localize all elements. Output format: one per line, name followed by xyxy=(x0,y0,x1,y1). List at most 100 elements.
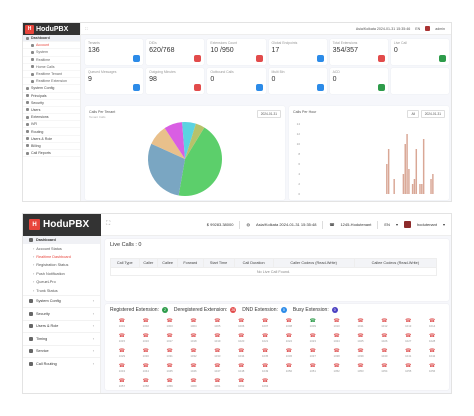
extension-item[interactable]: ☎ 1056 xyxy=(420,363,444,375)
extension-item[interactable]: ☎ 1051 xyxy=(301,363,325,375)
extension-item[interactable]: ☎ 1030 xyxy=(134,348,158,360)
bar[interactable] xyxy=(406,134,408,194)
extension-item[interactable]: ☎ 1012 xyxy=(372,318,396,330)
stat-card[interactable]: Global Endpoints 17 xyxy=(268,39,327,65)
extension-item[interactable]: ☎ 1017 xyxy=(158,333,182,345)
extension-item[interactable]: ☎ 1060 xyxy=(182,378,206,390)
admin-nav-item[interactable]: Extensions xyxy=(23,114,80,122)
bar[interactable] xyxy=(419,184,421,194)
extension-item[interactable]: ☎ 1006 xyxy=(229,318,253,330)
extension-item[interactable]: ☎ 1034 xyxy=(229,348,253,360)
column-header[interactable]: Callee xyxy=(157,258,179,268)
column-header[interactable]: Caller Codecs (Read-Write) xyxy=(272,258,355,268)
admin-language[interactable]: EN xyxy=(415,27,420,31)
sidebar-subitem[interactable]: Push Notification xyxy=(23,270,100,278)
stat-card[interactable]: Total Extensions 354/357 xyxy=(329,39,388,65)
extension-item[interactable]: ☎ 1055 xyxy=(396,363,420,375)
extension-item[interactable]: ☎ 1024 xyxy=(325,333,349,345)
bar[interactable] xyxy=(411,184,414,194)
extension-item[interactable]: ☎ 1044 xyxy=(134,363,158,375)
extension-item[interactable]: ☎ 1013 xyxy=(396,318,420,330)
admin-nav-item[interactable]: Billing xyxy=(23,143,80,150)
extension-item[interactable]: ☎ 1049 xyxy=(253,363,277,375)
extension-item[interactable]: ☎ 1025 xyxy=(349,333,373,345)
expand-icon[interactable]: ⛶ xyxy=(85,27,88,31)
stat-card[interactable] xyxy=(390,68,449,94)
extension-item[interactable]: ☎ 1062 xyxy=(229,378,253,390)
extension-item[interactable]: ☎ 1027 xyxy=(396,333,420,345)
expand-icon[interactable]: ⛶ xyxy=(106,221,110,228)
extension-item[interactable]: ☎ 1002 xyxy=(134,318,158,330)
admin-nav-item[interactable]: Users & Role xyxy=(23,136,80,143)
extension-item[interactable]: ☎ 1063 xyxy=(253,378,277,390)
extension-item[interactable]: ☎ 1041 xyxy=(396,348,420,360)
stat-card[interactable]: Live Call 0 xyxy=(390,39,449,65)
admin-nav-item[interactable]: Account xyxy=(23,42,80,50)
sidebar-item[interactable]: Service › xyxy=(23,344,100,358)
extension-item[interactable]: ☎ 1054 xyxy=(372,363,396,375)
bar[interactable] xyxy=(422,139,425,194)
extension-item[interactable]: ☎ 1053 xyxy=(349,363,373,375)
extension-item[interactable]: ☎ 1059 xyxy=(158,378,182,390)
bar[interactable] xyxy=(393,179,395,194)
sidebar-item[interactable]: Security › xyxy=(23,307,100,320)
bar[interactable] xyxy=(387,149,390,194)
admin-nav-item[interactable]: Users xyxy=(23,107,80,115)
extension-item[interactable]: ☎ 1003 xyxy=(158,318,182,330)
admin-nav-item[interactable]: System Config xyxy=(23,85,80,93)
admin-logo[interactable]: H HoduPBX xyxy=(23,23,80,35)
sidebar-item[interactable]: Call Routing › xyxy=(23,357,100,370)
extension-item[interactable]: ☎ 1045 xyxy=(158,363,182,375)
admin-nav-item[interactable]: System xyxy=(23,49,80,57)
extension-item[interactable]: ☎ 1011 xyxy=(349,318,373,330)
stat-card[interactable]: Tenants 136 xyxy=(85,39,144,65)
extension-item[interactable]: ☎ 1038 xyxy=(325,348,349,360)
extension-item[interactable]: ☎ 1035 xyxy=(253,348,277,360)
extension-item[interactable]: ☎ 1021 xyxy=(253,333,277,345)
admin-user[interactable]: admin xyxy=(435,27,445,31)
sidebar-subitem[interactable]: Registration Status xyxy=(23,261,100,269)
admin-nav-item[interactable]: Realtime Extension xyxy=(23,78,80,86)
bar[interactable] xyxy=(408,169,410,194)
admin-nav-item[interactable]: Dashboard xyxy=(23,35,80,43)
extension-item[interactable]: ☎ 1052 xyxy=(325,363,349,375)
extension-item[interactable]: ☎ 1039 xyxy=(349,348,373,360)
extension-item[interactable]: ☎ 1031 xyxy=(158,348,182,360)
extension-item[interactable]: ☎ 1008 xyxy=(277,318,301,330)
extension-item[interactable]: ☎ 1033 xyxy=(205,348,229,360)
column-header[interactable]: Call Duration xyxy=(233,258,274,268)
extension-item[interactable]: ☎ 1010 xyxy=(325,318,349,330)
extension-item[interactable]: ☎ 1020 xyxy=(229,333,253,345)
extension-item[interactable]: ☎ 1004 xyxy=(182,318,206,330)
extension-item[interactable]: ☎ 1032 xyxy=(182,348,206,360)
sidebar-item[interactable]: Timing › xyxy=(23,332,100,345)
chevron-down-icon[interactable]: ▾ xyxy=(396,222,398,227)
language-select[interactable]: EN xyxy=(384,222,390,227)
extension-item[interactable]: ☎ 1040 xyxy=(372,348,396,360)
sidebar-subitem[interactable]: Trunk Status xyxy=(23,286,100,294)
stat-card[interactable]: Extensions Count 10 /950 xyxy=(207,39,266,65)
bar[interactable] xyxy=(404,144,406,194)
sidebar-item[interactable]: System Config › xyxy=(23,294,100,308)
admin-nav-item[interactable]: Routing xyxy=(23,128,80,136)
tenant-logo[interactable]: H HoduPBX xyxy=(23,214,101,236)
sidebar-subitem[interactable]: QueueLPro xyxy=(23,278,100,286)
extension-item[interactable]: ☎ 1001 xyxy=(110,318,134,330)
admin-nav-item[interactable]: Realtime xyxy=(23,57,80,64)
extension-item[interactable]: ☎ 1043 xyxy=(110,363,134,375)
admin-nav-item[interactable]: Principals xyxy=(23,93,80,100)
extension-item[interactable]: ☎ 1046 xyxy=(182,363,206,375)
admin-nav-item[interactable]: Call Reports xyxy=(23,150,80,158)
extension-item[interactable]: ☎ 1036 xyxy=(277,348,301,360)
bar[interactable] xyxy=(386,164,388,194)
stat-card[interactable]: ACD 0 xyxy=(329,68,388,94)
sidebar-item-dashboard[interactable]: Dashboard xyxy=(23,236,100,245)
admin-nav-item[interactable]: Security xyxy=(23,100,80,107)
bar[interactable] xyxy=(413,179,416,194)
extension-item[interactable]: ☎ 1061 xyxy=(205,378,229,390)
extension-item[interactable]: ☎ 1047 xyxy=(205,363,229,375)
did-number[interactable]: 1245-Hodutenant xyxy=(340,222,371,227)
admin-nav-item[interactable]: Realtime Tenant xyxy=(23,71,80,79)
extension-item[interactable]: ☎ 1023 xyxy=(301,333,325,345)
bar[interactable] xyxy=(430,179,432,194)
